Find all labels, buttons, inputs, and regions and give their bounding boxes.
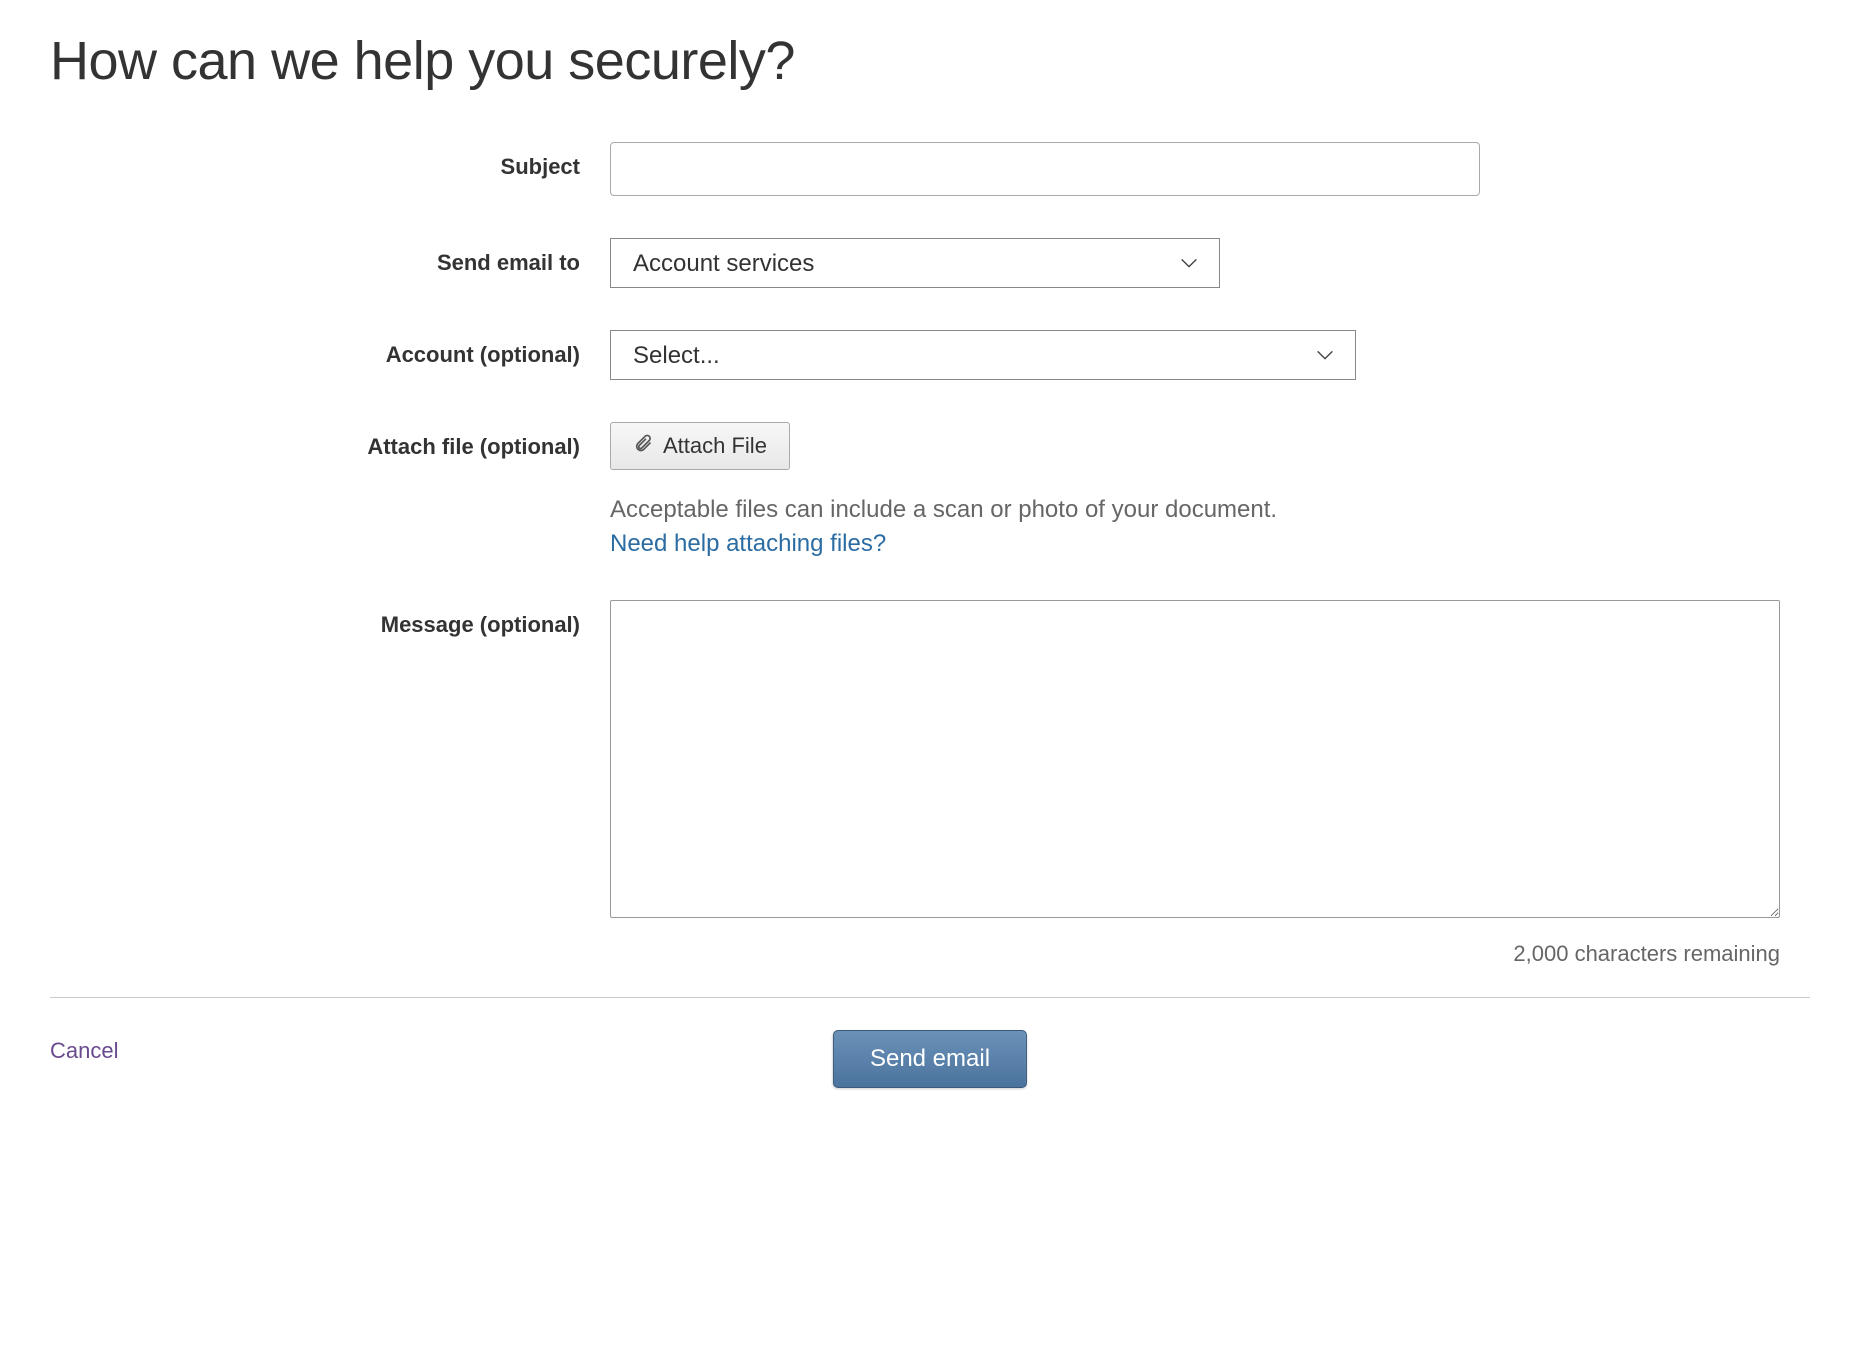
account-row: Account (optional) Select...	[50, 330, 1810, 380]
subject-row: Subject	[50, 142, 1810, 196]
message-row: Message (optional) 2,000 characters rema…	[50, 600, 1810, 967]
attach-button-label: Attach File	[663, 433, 767, 459]
cancel-link[interactable]: Cancel	[50, 1038, 118, 1064]
send-to-label: Send email to	[50, 238, 610, 276]
paperclip-icon	[633, 432, 653, 460]
attach-label: Attach file (optional)	[50, 422, 610, 460]
secure-message-form: How can we help you securely? Subject Se…	[50, 30, 1810, 1064]
send-to-row: Send email to Account services	[50, 238, 1810, 288]
message-textarea[interactable]	[610, 600, 1780, 918]
attach-hint: Acceptable files can include a scan or p…	[610, 496, 1810, 524]
attach-help-link[interactable]: Need help attaching files?	[610, 530, 886, 558]
attach-file-button[interactable]: Attach File	[610, 422, 790, 470]
footer-actions: Cancel Send email	[50, 998, 1810, 1064]
account-select[interactable]: Select...	[610, 330, 1356, 380]
page-title: How can we help you securely?	[50, 30, 1810, 92]
message-label: Message (optional)	[50, 600, 610, 638]
char-counter: 2,000 characters remaining	[610, 941, 1780, 967]
account-label: Account (optional)	[50, 330, 610, 368]
subject-input[interactable]	[610, 142, 1480, 196]
send-to-select[interactable]: Account services	[610, 238, 1220, 288]
send-email-button[interactable]: Send email	[833, 1030, 1027, 1088]
subject-label: Subject	[50, 142, 610, 180]
attach-row: Attach file (optional) Attach File Accep…	[50, 422, 1810, 558]
